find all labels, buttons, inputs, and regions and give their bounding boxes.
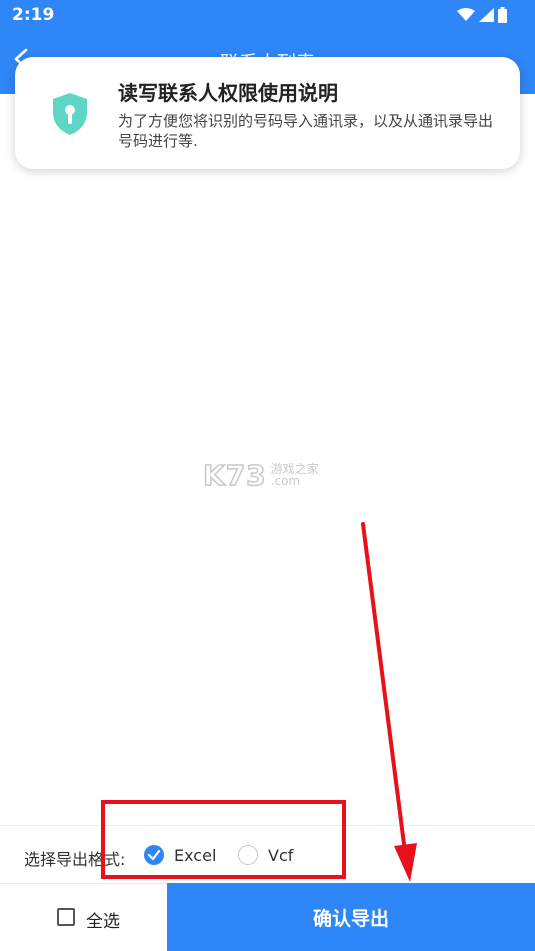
annotation-highlight-box xyxy=(101,800,346,879)
watermark-main: K73 xyxy=(202,458,267,493)
select-all-label[interactable]: 全选 xyxy=(86,907,120,932)
watermark-domain: .com xyxy=(270,474,301,488)
system-icons xyxy=(457,7,507,23)
permission-title: 读写联系人权限使用说明 xyxy=(118,81,338,105)
status-bar: 2:19 xyxy=(0,0,535,30)
select-all-button[interactable]: 全选 xyxy=(0,883,167,951)
bottom-bar: 全选 确认导出 xyxy=(0,883,535,951)
permission-description: 为了方便您将识别的号码导入通讯录，以及从通讯录导出号码进行等. xyxy=(118,112,494,150)
select-all-checkbox[interactable] xyxy=(57,908,75,926)
watermark-logo: K73 游戏之家 .com xyxy=(202,458,333,493)
wifi-icon xyxy=(457,8,475,21)
status-time: 2:19 xyxy=(12,5,55,25)
signal-icon xyxy=(479,8,494,22)
shield-lock-icon xyxy=(53,93,87,135)
confirm-export-button[interactable]: 确认导出 xyxy=(167,883,535,951)
battery-icon xyxy=(498,7,507,23)
permission-card: 读写联系人权限使用说明 为了方便您将识别的号码导入通讯录，以及从通讯录导出号码进… xyxy=(15,57,520,169)
